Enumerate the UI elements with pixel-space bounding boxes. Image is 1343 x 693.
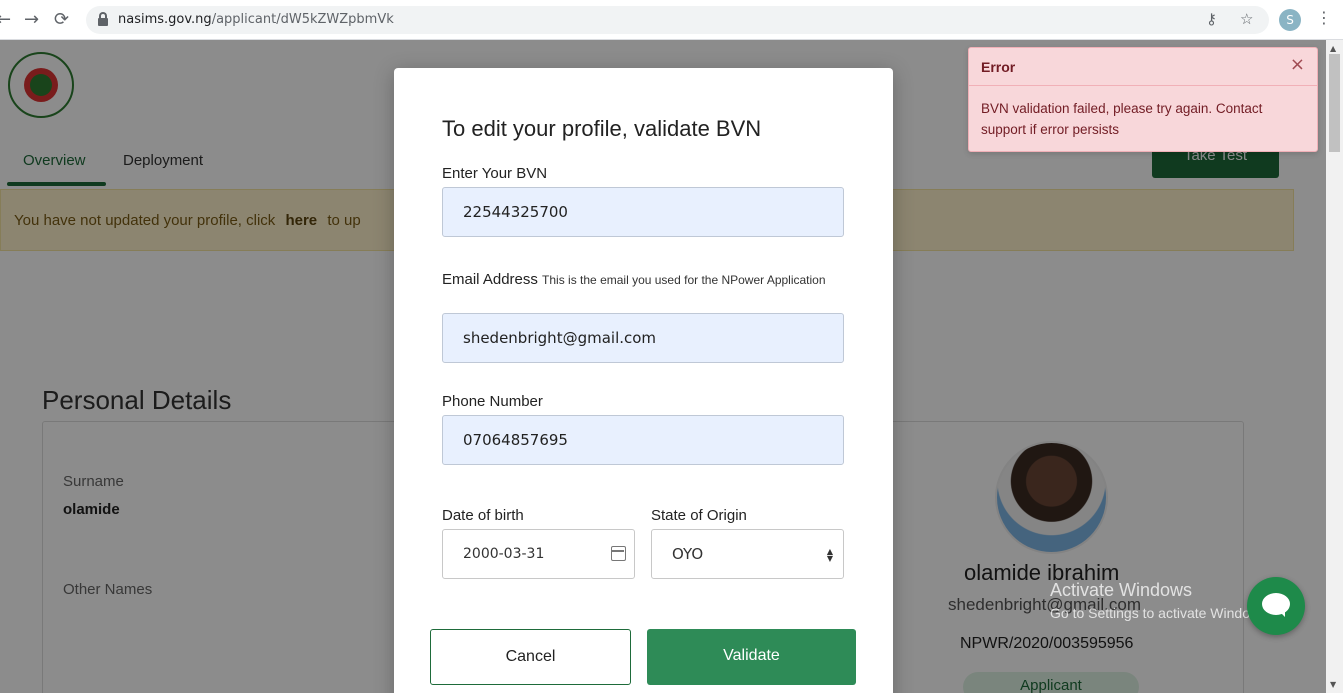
watermark-subtitle: Go to Settings to activate Windows. [1050, 605, 1271, 621]
phone-input[interactable]: 07064857695 [442, 415, 844, 465]
modal-title: To edit your profile, validate BVN [442, 116, 762, 141]
select-arrows-icon: ▲ ▼ [826, 547, 833, 563]
page-scrollbar[interactable]: ▲ ▼ [1326, 40, 1343, 693]
forward-icon[interactable]: → [24, 10, 39, 30]
lock-icon [98, 12, 108, 26]
dob-label: Date of birth [442, 507, 524, 524]
bvn-input[interactable]: 22544325700 [442, 187, 844, 237]
email-input[interactable]: shedenbright@gmail.com [442, 313, 844, 363]
email-hint: This is the email you used for the NPowe… [542, 273, 826, 287]
email-label: Email Address [442, 271, 538, 288]
scroll-up-arrow[interactable]: ▲ [1330, 44, 1336, 53]
address-bar[interactable]: nasims.gov.ng/applicant/dW5kZWZpbmVk ⚷ ☆ [86, 6, 1269, 34]
close-icon[interactable]: × [1290, 54, 1305, 75]
scroll-down-arrow[interactable]: ▼ [1330, 680, 1336, 689]
calendar-icon[interactable] [611, 546, 626, 561]
back-icon[interactable]: ← [0, 10, 11, 30]
state-value: OYO [672, 545, 704, 563]
reload-icon[interactable]: ⟳ [54, 10, 69, 30]
bvn-label: Enter Your BVN [442, 165, 548, 182]
key-icon[interactable]: ⚷ [1206, 10, 1217, 28]
scroll-thumb[interactable] [1329, 54, 1340, 152]
validate-bvn-modal: To edit your profile, validate BVN Enter… [394, 68, 893, 693]
chat-icon [1262, 593, 1290, 615]
state-label: State of Origin [651, 507, 747, 524]
dob-input[interactable]: 2000-03-31 [442, 529, 635, 579]
toast-message: BVN validation failed, please try again.… [981, 101, 1263, 137]
error-toast: Error × BVN validation failed, please tr… [968, 47, 1318, 152]
cancel-button[interactable]: Cancel [430, 629, 631, 685]
email-label-block: Email Address This is the email you used… [442, 267, 842, 293]
menu-icon[interactable]: ⋮ [1316, 8, 1332, 27]
toast-header: Error × [969, 48, 1317, 86]
star-icon[interactable]: ☆ [1240, 10, 1253, 28]
chat-widget-button[interactable] [1247, 577, 1305, 635]
watermark-title: Activate Windows [1050, 580, 1193, 600]
profile-avatar[interactable]: S [1279, 9, 1301, 31]
toast-title: Error [981, 59, 1016, 75]
state-select[interactable]: OYO ▲ ▼ [651, 529, 844, 579]
dob-value: 2000-03-31 [463, 546, 545, 562]
browser-toolbar: ← → ⟳ nasims.gov.ng/applicant/dW5kZWZpbm… [0, 0, 1343, 40]
phone-label: Phone Number [442, 393, 543, 410]
url-text: nasims.gov.ng/applicant/dW5kZWZpbmVk [118, 12, 394, 27]
validate-button[interactable]: Validate [647, 629, 856, 685]
